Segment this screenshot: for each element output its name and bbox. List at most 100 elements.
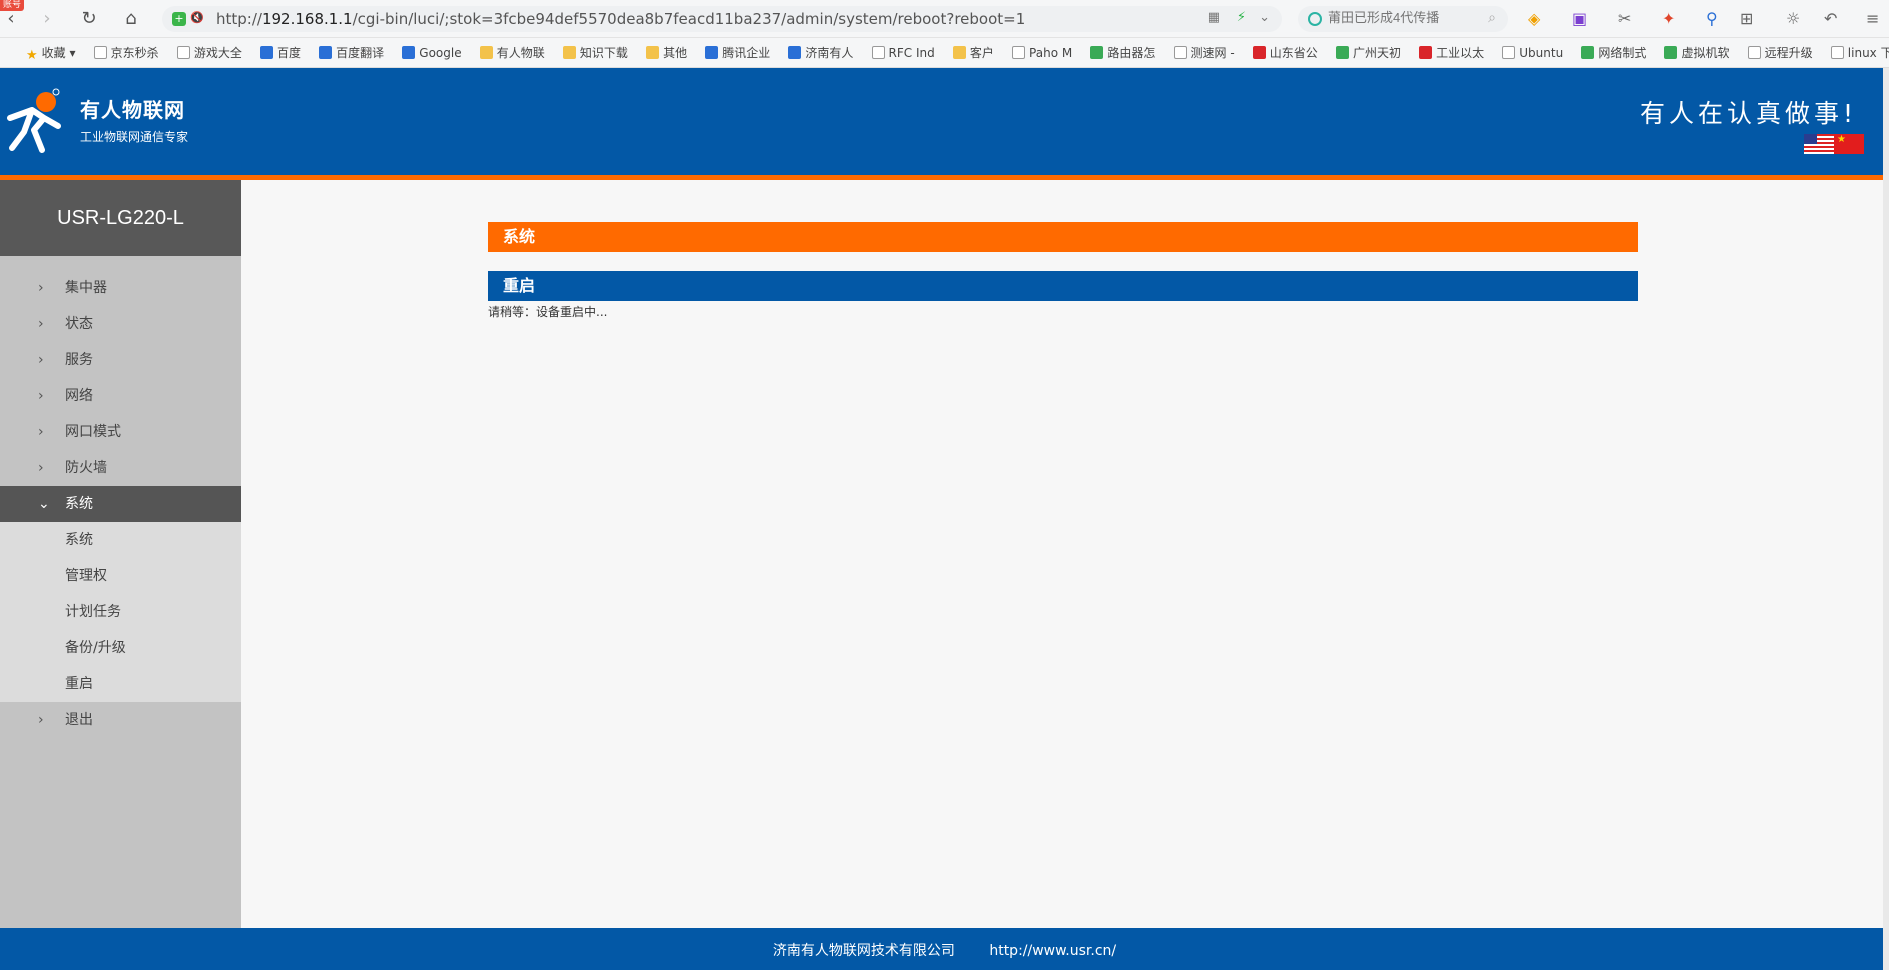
submenu-item-backup-upgrade[interactable]: 备份/升级: [0, 630, 241, 666]
bookmark-item[interactable]: ★ 收藏 ▾: [26, 38, 76, 67]
chevron-right-icon: ›: [38, 460, 44, 476]
translate-icon: [319, 46, 333, 59]
qr-code-icon[interactable]: ▦: [1208, 10, 1220, 25]
reload-icon[interactable]: ↻: [78, 8, 100, 30]
back-icon[interactable]: ‹: [0, 8, 22, 30]
search-engine-icon: [1308, 12, 1322, 26]
google-icon: [402, 46, 416, 59]
chevron-right-icon: ›: [38, 352, 44, 368]
sidebar-item-system[interactable]: ⌄ 系统: [0, 486, 241, 522]
bookmark-item[interactable]: Ubuntu: [1502, 38, 1563, 67]
bookmarks-bar: ★ 收藏 ▾ 京东秒杀 游戏大全 百度 百度翻译 Google 有人物联 知识下载…: [0, 38, 1889, 68]
sidebar-item-port-mode[interactable]: › 网口模式: [0, 414, 241, 450]
shield-extension-icon[interactable]: ◈: [1528, 8, 1540, 30]
bookmark-item[interactable]: 百度: [259, 38, 301, 67]
cn-flag-icon[interactable]: [1834, 134, 1864, 154]
bookmark-item[interactable]: 京东秒杀: [93, 38, 159, 67]
bookmark-item[interactable]: 客户: [952, 38, 994, 67]
bookmark-item[interactable]: RFC Ind: [871, 38, 935, 67]
search-box[interactable]: ⌕: [1298, 6, 1508, 32]
bookmark-item[interactable]: 其他: [646, 38, 687, 67]
system-submenu: 系统 管理权 计划任务 备份/升级 重启: [0, 522, 241, 702]
bookmark-item[interactable]: 游戏大全: [176, 38, 242, 67]
apps-grid-icon[interactable]: ⊞: [1740, 8, 1753, 30]
lightning-icon[interactable]: ⚡: [1237, 10, 1246, 25]
bookmark-item[interactable]: Paho M: [1012, 38, 1072, 67]
url-text[interactable]: http://192.168.1.1/cgi-bin/luci/;stok=3f…: [216, 10, 1025, 28]
secure-shield-icon[interactable]: +: [172, 12, 186, 26]
bookmark-item[interactable]: 山东省公: [1252, 38, 1318, 67]
page-footer: 济南有人物联网技术有限公司 http://www.usr.cn/: [0, 928, 1889, 970]
language-switcher: [1804, 134, 1864, 154]
bookmark-item[interactable]: 虚拟机软: [1664, 38, 1730, 67]
search-icon: [1581, 46, 1595, 59]
search-input[interactable]: [1328, 10, 1478, 25]
search-icon: [1090, 46, 1104, 59]
search-icon[interactable]: ⌕: [1488, 10, 1496, 26]
submenu-item-scheduled-tasks[interactable]: 计划任务: [0, 594, 241, 630]
chevron-right-icon: ›: [38, 424, 44, 440]
chevron-right-icon: ›: [38, 280, 44, 296]
bookmark-item[interactable]: 广州天初: [1335, 38, 1401, 67]
game-icon[interactable]: ✦: [1662, 8, 1675, 30]
footer-company: 济南有人物联网技术有限公司: [772, 943, 955, 959]
menu-icon[interactable]: ≡: [1866, 8, 1879, 30]
reboot-status-message: 请稍等：设备重启中...: [488, 305, 608, 319]
chevron-down-icon[interactable]: ⌄: [1259, 10, 1270, 25]
sidebar-item-concentrator[interactable]: › 集中器: [0, 270, 241, 306]
baidu-icon: [259, 46, 273, 59]
bookmark-item[interactable]: 知识下载: [562, 38, 628, 67]
leaf-icon: [1335, 46, 1349, 59]
bookmark-item[interactable]: 路由器怎: [1090, 38, 1155, 67]
bookmark-item[interactable]: linux 下: [1830, 38, 1889, 67]
undo-icon[interactable]: ↶: [1824, 8, 1837, 30]
speed-icon: [1173, 46, 1187, 59]
bookmark-item[interactable]: 工业以太: [1419, 38, 1484, 67]
chevron-right-icon: ›: [38, 316, 44, 332]
bookmark-item[interactable]: 远程升级: [1747, 38, 1813, 67]
sidebar-item-status[interactable]: › 状态: [0, 306, 241, 342]
page-icon: [871, 46, 885, 59]
grid-icon: [1664, 46, 1678, 59]
submenu-item-reboot[interactable]: 重启: [0, 666, 241, 702]
usr-logo-icon: [7, 88, 61, 153]
us-flag-icon[interactable]: [1804, 134, 1834, 154]
mute-icon[interactable]: 🔇: [190, 11, 204, 24]
page-icon: [176, 46, 190, 59]
star-icon: ★: [26, 48, 38, 63]
police-icon: [1252, 46, 1266, 59]
scissors-icon[interactable]: ✂: [1618, 8, 1631, 30]
page-icon: [1502, 46, 1516, 59]
translate-extension-icon[interactable]: ▣: [1572, 8, 1587, 30]
sidebar-item-services[interactable]: › 服务: [0, 342, 241, 378]
home-icon[interactable]: ⌂: [120, 8, 142, 30]
bookmark-item[interactable]: Google: [402, 38, 462, 67]
bookmark-item[interactable]: 济南有人: [788, 38, 853, 67]
sidebar: USR-LG220-L › 集中器 › 状态 › 服务 › 网络 › 网口模式 › 防火墙 …: [0, 180, 241, 928]
chevron-right-icon: ›: [38, 712, 44, 728]
sidebar-item-network[interactable]: › 网络: [0, 378, 241, 414]
sidebar-item-logout[interactable]: › 退出: [0, 702, 241, 738]
bookmark-item[interactable]: 百度翻译: [319, 38, 384, 67]
scrollbar[interactable]: [1883, 68, 1889, 970]
tencent-icon: [705, 46, 719, 59]
brightness-icon[interactable]: ☼: [1786, 8, 1800, 30]
submenu-item-admin[interactable]: 管理权: [0, 558, 241, 594]
usr-icon: [788, 46, 802, 59]
address-bar[interactable]: + 🔇 http://192.168.1.1/cgi-bin/luci/;sto…: [162, 6, 1282, 32]
chevron-down-icon: ⌄: [38, 496, 50, 512]
header-slogan: 有人在认真做事!: [1639, 99, 1857, 128]
browser-toolbar: 账号 ‹ › ↻ ⌂ + 🔇 http://192.168.1.1/cgi-bi…: [0, 0, 1889, 38]
panel-title: 重启: [488, 271, 1638, 301]
forward-icon[interactable]: ›: [36, 8, 58, 30]
magnifier-icon[interactable]: ⚲: [1706, 8, 1718, 30]
bookmark-item[interactable]: 腾讯企业: [705, 38, 770, 67]
sidebar-item-firewall[interactable]: › 防火墙: [0, 450, 241, 486]
submenu-item-system[interactable]: 系统: [0, 522, 241, 558]
bookmark-item[interactable]: 测速网 -: [1173, 38, 1235, 67]
bookmark-item[interactable]: 网络制式: [1581, 38, 1646, 67]
bookmark-item[interactable]: 有人物联: [479, 38, 545, 67]
footer-website-link[interactable]: http://www.usr.cn/: [989, 943, 1116, 959]
main-content: 系统 重启 请稍等：设备重启中...: [241, 180, 1889, 928]
brand-tagline: 工业物联网通信专家: [80, 130, 189, 144]
